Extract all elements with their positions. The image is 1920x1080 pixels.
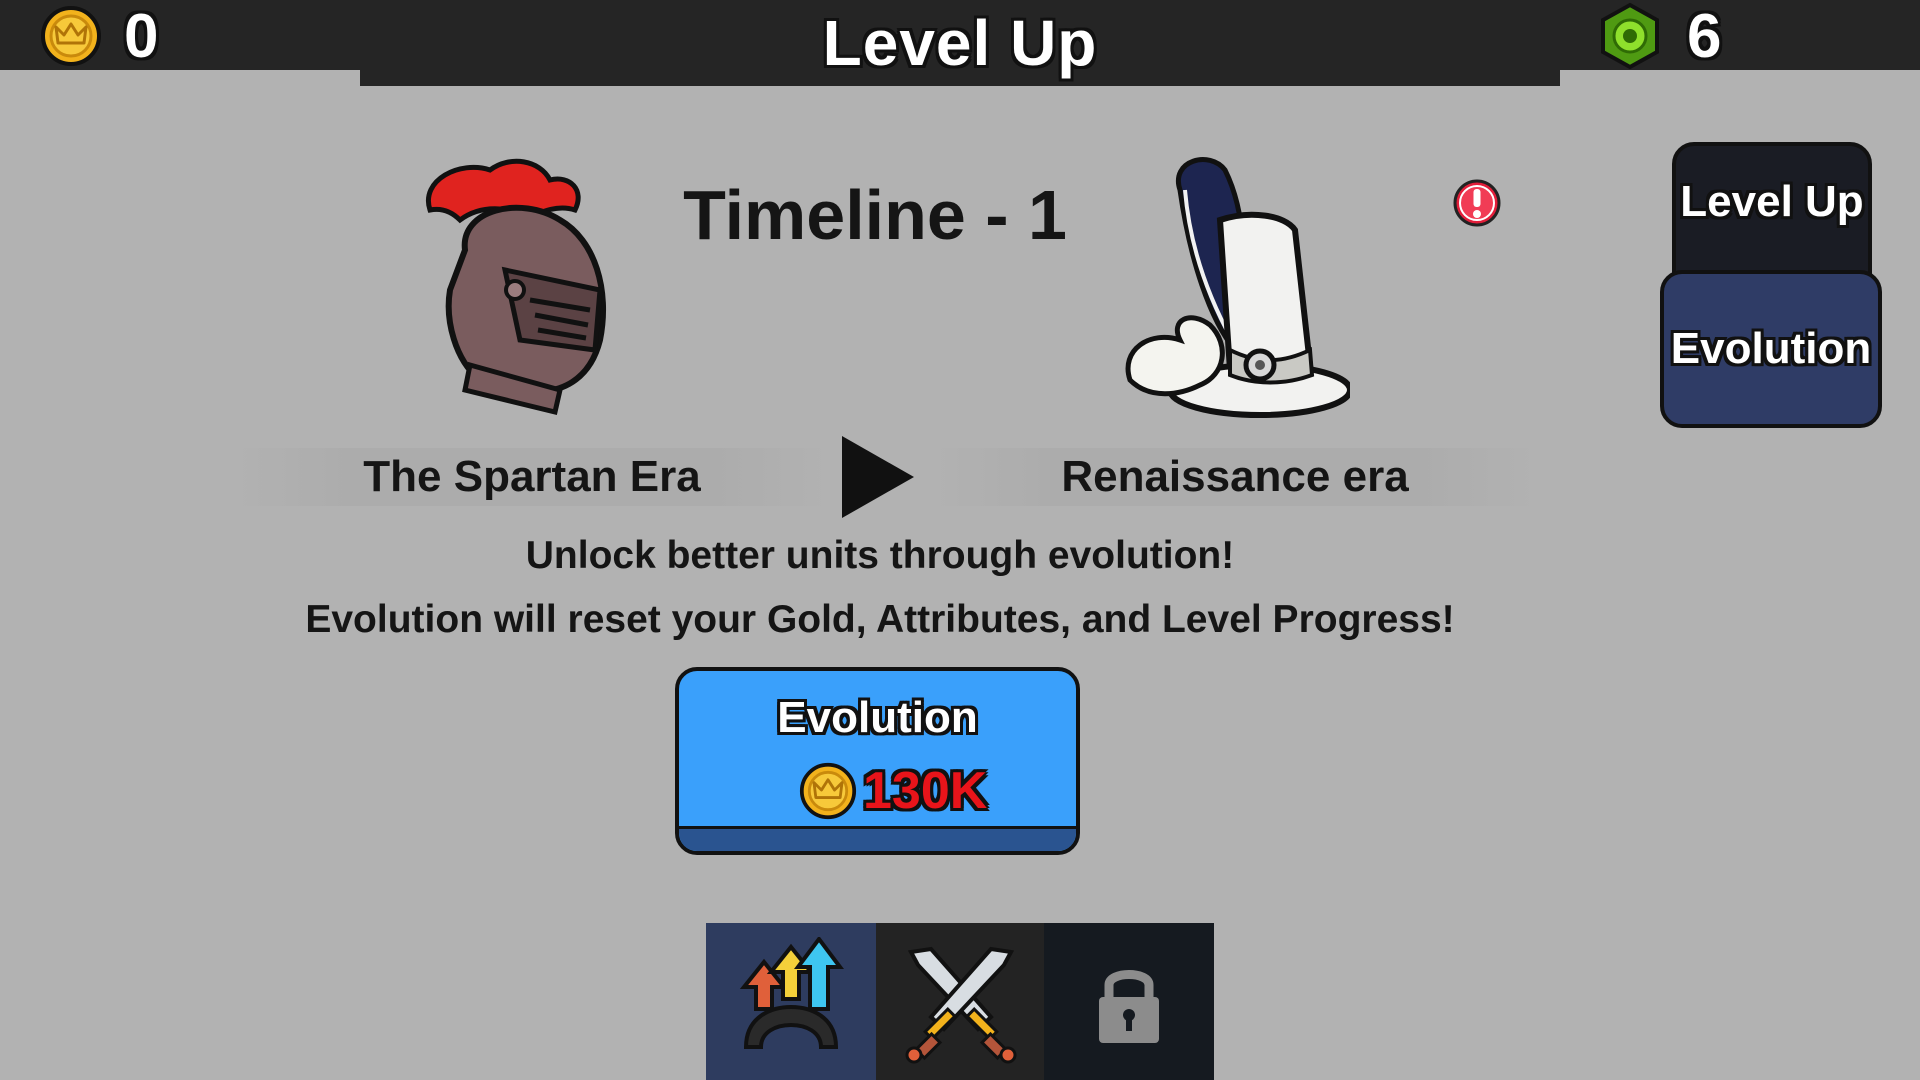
page-title: Level Up — [360, 0, 1560, 86]
timeline-title: Timeline - 1 — [683, 176, 1067, 254]
tab-battle[interactable] — [876, 923, 1046, 1080]
plumed-top-hat-icon — [1125, 157, 1350, 418]
button-base — [679, 826, 1076, 851]
next-era-name: Renaissance era — [930, 448, 1540, 506]
tab-evolution[interactable]: Evolution — [1660, 270, 1882, 428]
tab-upgrade[interactable] — [706, 923, 876, 1080]
current-era-name: The Spartan Era — [232, 448, 832, 506]
gem-counter: 6 — [1595, 0, 1721, 72]
evolution-button[interactable]: Evolution 130K — [675, 667, 1080, 855]
crossed-swords-icon — [905, 946, 1017, 1063]
green-gem-icon — [1601, 2, 1659, 70]
evolution-info-line-1: Unlock better units through evolution! — [525, 534, 1235, 577]
gold-counter: 0 — [40, 0, 158, 72]
tab-level-up[interactable]: Level Up — [1672, 142, 1872, 282]
evolution-button-label: Evolution — [777, 693, 978, 742]
play-arrow-icon — [842, 436, 914, 518]
gem-amount: 6 — [1687, 1, 1722, 71]
tab-locked[interactable] — [1044, 923, 1214, 1080]
gold-crown-coin-icon — [41, 6, 101, 66]
knight-helmet-icon — [425, 158, 606, 416]
gold-crown-coin-icon — [799, 762, 857, 820]
evolution-cost-amount: 130K — [863, 762, 988, 820]
lock-icon — [1099, 969, 1159, 1043]
alert-icon — [1453, 179, 1501, 227]
evolution-cost: 130K — [799, 761, 987, 821]
upgrade-arrows-icon — [739, 936, 844, 1049]
evolution-info-line-2: Evolution will reset your Gold, Attribut… — [305, 598, 1455, 641]
gold-amount: 0 — [124, 1, 159, 71]
